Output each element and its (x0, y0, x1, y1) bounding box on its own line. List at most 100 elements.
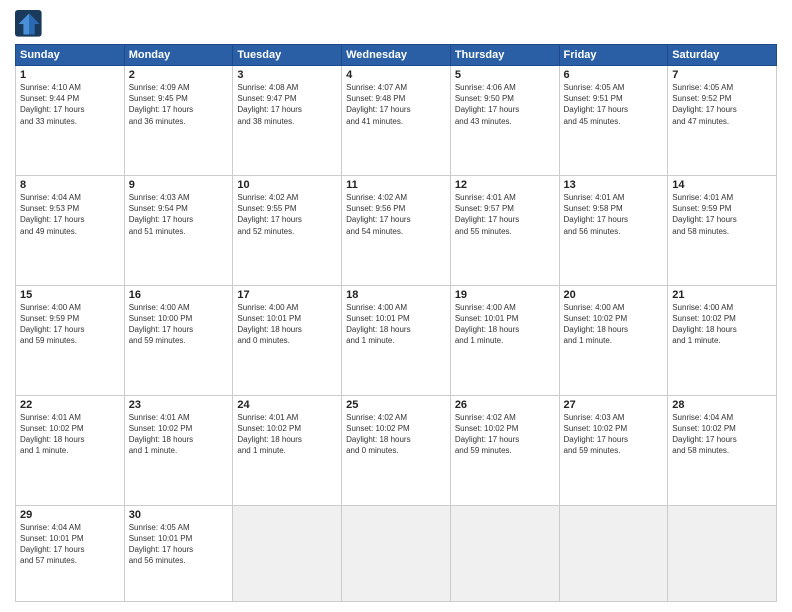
day-cell: 23Sunrise: 4:01 AM Sunset: 10:02 PM Dayl… (124, 395, 233, 505)
weekday-header-wednesday: Wednesday (342, 45, 451, 66)
day-number: 26 (455, 399, 555, 411)
day-number: 2 (129, 69, 229, 81)
day-cell: 24Sunrise: 4:01 AM Sunset: 10:02 PM Dayl… (233, 395, 342, 505)
day-info: Sunrise: 4:03 AM Sunset: 9:54 PM Dayligh… (129, 192, 229, 237)
day-info: Sunrise: 4:05 AM Sunset: 9:51 PM Dayligh… (564, 82, 664, 127)
day-number: 17 (237, 289, 337, 301)
day-cell: 18Sunrise: 4:00 AM Sunset: 10:01 PM Dayl… (342, 285, 451, 395)
day-number: 14 (672, 179, 772, 191)
day-number: 27 (564, 399, 664, 411)
day-cell (668, 505, 777, 601)
day-info: Sunrise: 4:00 AM Sunset: 10:02 PM Daylig… (672, 302, 772, 347)
day-number: 1 (20, 69, 120, 81)
day-number: 16 (129, 289, 229, 301)
day-cell (559, 505, 668, 601)
day-cell: 13Sunrise: 4:01 AM Sunset: 9:58 PM Dayli… (559, 175, 668, 285)
day-number: 18 (346, 289, 446, 301)
day-cell: 26Sunrise: 4:02 AM Sunset: 10:02 PM Dayl… (450, 395, 559, 505)
day-number: 29 (20, 509, 120, 521)
day-info: Sunrise: 4:04 AM Sunset: 10:02 PM Daylig… (672, 412, 772, 457)
day-cell: 12Sunrise: 4:01 AM Sunset: 9:57 PM Dayli… (450, 175, 559, 285)
day-cell (233, 505, 342, 601)
week-row-2: 8Sunrise: 4:04 AM Sunset: 9:53 PM Daylig… (16, 175, 777, 285)
day-cell: 11Sunrise: 4:02 AM Sunset: 9:56 PM Dayli… (342, 175, 451, 285)
day-info: Sunrise: 4:02 AM Sunset: 9:55 PM Dayligh… (237, 192, 337, 237)
day-cell (342, 505, 451, 601)
day-cell: 30Sunrise: 4:05 AM Sunset: 10:01 PM Dayl… (124, 505, 233, 601)
day-info: Sunrise: 4:00 AM Sunset: 10:01 PM Daylig… (237, 302, 337, 347)
logo (15, 10, 47, 38)
day-info: Sunrise: 4:01 AM Sunset: 10:02 PM Daylig… (237, 412, 337, 457)
day-number: 6 (564, 69, 664, 81)
day-cell: 5Sunrise: 4:06 AM Sunset: 9:50 PM Daylig… (450, 66, 559, 176)
day-info: Sunrise: 4:01 AM Sunset: 10:02 PM Daylig… (20, 412, 120, 457)
day-number: 19 (455, 289, 555, 301)
weekday-header-saturday: Saturday (668, 45, 777, 66)
day-cell: 20Sunrise: 4:00 AM Sunset: 10:02 PM Dayl… (559, 285, 668, 395)
calendar-table: SundayMondayTuesdayWednesdayThursdayFrid… (15, 44, 777, 602)
day-number: 23 (129, 399, 229, 411)
day-info: Sunrise: 4:01 AM Sunset: 9:57 PM Dayligh… (455, 192, 555, 237)
day-number: 9 (129, 179, 229, 191)
day-number: 21 (672, 289, 772, 301)
day-cell: 2Sunrise: 4:09 AM Sunset: 9:45 PM Daylig… (124, 66, 233, 176)
day-number: 13 (564, 179, 664, 191)
day-info: Sunrise: 4:07 AM Sunset: 9:48 PM Dayligh… (346, 82, 446, 127)
day-number: 10 (237, 179, 337, 191)
day-info: Sunrise: 4:01 AM Sunset: 9:58 PM Dayligh… (564, 192, 664, 237)
day-info: Sunrise: 4:10 AM Sunset: 9:44 PM Dayligh… (20, 82, 120, 127)
page: SundayMondayTuesdayWednesdayThursdayFrid… (0, 0, 792, 612)
day-info: Sunrise: 4:02 AM Sunset: 10:02 PM Daylig… (346, 412, 446, 457)
day-cell: 16Sunrise: 4:00 AM Sunset: 10:00 PM Dayl… (124, 285, 233, 395)
day-cell: 9Sunrise: 4:03 AM Sunset: 9:54 PM Daylig… (124, 175, 233, 285)
day-number: 8 (20, 179, 120, 191)
day-number: 30 (129, 509, 229, 521)
day-cell: 27Sunrise: 4:03 AM Sunset: 10:02 PM Dayl… (559, 395, 668, 505)
day-cell: 29Sunrise: 4:04 AM Sunset: 10:01 PM Dayl… (16, 505, 125, 601)
day-info: Sunrise: 4:04 AM Sunset: 9:53 PM Dayligh… (20, 192, 120, 237)
logo-icon (15, 10, 43, 38)
day-info: Sunrise: 4:01 AM Sunset: 9:59 PM Dayligh… (672, 192, 772, 237)
day-cell: 21Sunrise: 4:00 AM Sunset: 10:02 PM Dayl… (668, 285, 777, 395)
day-number: 20 (564, 289, 664, 301)
weekday-header-thursday: Thursday (450, 45, 559, 66)
day-info: Sunrise: 4:00 AM Sunset: 10:01 PM Daylig… (346, 302, 446, 347)
day-number: 15 (20, 289, 120, 301)
day-info: Sunrise: 4:00 AM Sunset: 9:59 PM Dayligh… (20, 302, 120, 347)
day-number: 11 (346, 179, 446, 191)
day-cell: 28Sunrise: 4:04 AM Sunset: 10:02 PM Dayl… (668, 395, 777, 505)
day-info: Sunrise: 4:09 AM Sunset: 9:45 PM Dayligh… (129, 82, 229, 127)
day-info: Sunrise: 4:03 AM Sunset: 10:02 PM Daylig… (564, 412, 664, 457)
day-info: Sunrise: 4:00 AM Sunset: 10:01 PM Daylig… (455, 302, 555, 347)
day-number: 4 (346, 69, 446, 81)
weekday-header-monday: Monday (124, 45, 233, 66)
day-cell: 3Sunrise: 4:08 AM Sunset: 9:47 PM Daylig… (233, 66, 342, 176)
week-row-1: 1Sunrise: 4:10 AM Sunset: 9:44 PM Daylig… (16, 66, 777, 176)
day-number: 3 (237, 69, 337, 81)
day-info: Sunrise: 4:05 AM Sunset: 9:52 PM Dayligh… (672, 82, 772, 127)
weekday-header-sunday: Sunday (16, 45, 125, 66)
weekday-header-row: SundayMondayTuesdayWednesdayThursdayFrid… (16, 45, 777, 66)
day-cell: 1Sunrise: 4:10 AM Sunset: 9:44 PM Daylig… (16, 66, 125, 176)
day-info: Sunrise: 4:05 AM Sunset: 10:01 PM Daylig… (129, 522, 229, 567)
day-number: 22 (20, 399, 120, 411)
day-number: 5 (455, 69, 555, 81)
day-cell: 10Sunrise: 4:02 AM Sunset: 9:55 PM Dayli… (233, 175, 342, 285)
day-info: Sunrise: 4:00 AM Sunset: 10:00 PM Daylig… (129, 302, 229, 347)
weekday-header-tuesday: Tuesday (233, 45, 342, 66)
day-number: 12 (455, 179, 555, 191)
day-info: Sunrise: 4:08 AM Sunset: 9:47 PM Dayligh… (237, 82, 337, 127)
day-info: Sunrise: 4:04 AM Sunset: 10:01 PM Daylig… (20, 522, 120, 567)
day-cell: 15Sunrise: 4:00 AM Sunset: 9:59 PM Dayli… (16, 285, 125, 395)
day-cell (450, 505, 559, 601)
day-cell: 7Sunrise: 4:05 AM Sunset: 9:52 PM Daylig… (668, 66, 777, 176)
day-cell: 6Sunrise: 4:05 AM Sunset: 9:51 PM Daylig… (559, 66, 668, 176)
week-row-3: 15Sunrise: 4:00 AM Sunset: 9:59 PM Dayli… (16, 285, 777, 395)
day-cell: 14Sunrise: 4:01 AM Sunset: 9:59 PM Dayli… (668, 175, 777, 285)
day-cell: 22Sunrise: 4:01 AM Sunset: 10:02 PM Dayl… (16, 395, 125, 505)
day-number: 24 (237, 399, 337, 411)
day-cell: 8Sunrise: 4:04 AM Sunset: 9:53 PM Daylig… (16, 175, 125, 285)
day-info: Sunrise: 4:00 AM Sunset: 10:02 PM Daylig… (564, 302, 664, 347)
week-row-4: 22Sunrise: 4:01 AM Sunset: 10:02 PM Dayl… (16, 395, 777, 505)
day-cell: 19Sunrise: 4:00 AM Sunset: 10:01 PM Dayl… (450, 285, 559, 395)
